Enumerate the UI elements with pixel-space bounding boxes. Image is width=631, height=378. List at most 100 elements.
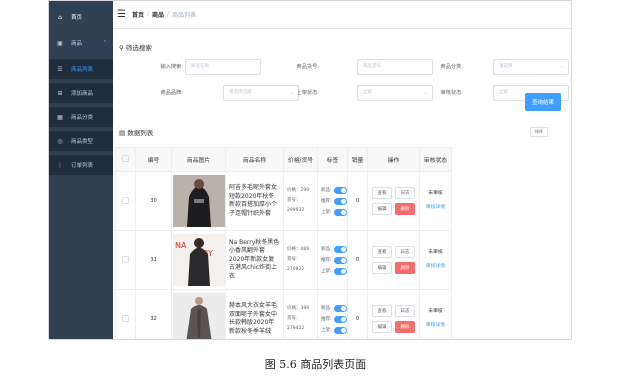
log-button[interactable]: 日志 (395, 187, 415, 199)
delete-button[interactable]: 删除 (395, 262, 415, 274)
view-button[interactable]: 查看 (372, 305, 392, 317)
verify-detail-link[interactable]: 审核详情 (420, 319, 451, 333)
tag-label: 上架: (321, 269, 332, 274)
category-label: 商品分类: (440, 64, 464, 70)
table-row: 32 赫本风大衣女羊毛双面呢子外套女中长款韩版2020年新款秋冬季羊绒 价格：399… (115, 289, 452, 339)
product-image (172, 293, 225, 339)
table-row: 31 NA RY Na Berry秋冬黑色小香风翻外套2020年新款女复古港风chic… (115, 230, 452, 290)
verify-detail-link[interactable]: 审核详情 (420, 260, 451, 274)
chevron-down-icon: ⌄ (559, 64, 564, 70)
breadcrumb-current: 商品列表 (172, 12, 197, 19)
col-verify: 审核状态 (419, 147, 452, 172)
tag-label: 新品: (321, 247, 332, 252)
select-all-checkbox[interactable] (122, 155, 129, 162)
sidebar-item-home[interactable]: ⌂ 首页 (49, 7, 113, 27)
keyword-label: 输入搜索: (160, 64, 184, 70)
home-icon: ⌂ (58, 13, 62, 21)
row-checkbox[interactable] (122, 255, 129, 263)
cell-name: Na Berry秋冬黑色小香风翻外套2020年新款女复古港风chic炸街上衣 (225, 230, 284, 290)
brand-label: 商品品牌: (160, 90, 184, 96)
verify-status: 未审核 (428, 309, 443, 314)
figure-caption: 图 5.6 商品列表页面 (264, 358, 367, 371)
search-icon: ⚲ (119, 44, 124, 52)
tag-toggle[interactable] (333, 208, 347, 216)
sidebar-item-add-product[interactable]: ⊞ 添加商品 (49, 83, 113, 103)
tag-toggle[interactable] (333, 315, 347, 323)
verify-status: 未审核 (428, 191, 443, 196)
cell-name: 赫本风大衣女羊毛双面呢子外套女中长款韩版2020年新款秋冬季羊绒 (225, 289, 284, 339)
sidebar-item-category[interactable]: ▦ 商品分类 (49, 107, 113, 127)
sidebar-group-product[interactable]: ▣ 商品 ⌃ (49, 33, 113, 53)
sort-button[interactable]: 排序 (530, 127, 548, 137)
sidebar-item-label: 商品 (71, 41, 83, 47)
tag-toggle[interactable] (333, 186, 347, 194)
edit-button[interactable]: 编辑 (372, 321, 392, 333)
filter-title: ⚲ 筛选搜索 (119, 44, 152, 52)
tag-label: 推荐: (321, 258, 332, 263)
add-icon: ⊞ (57, 89, 63, 97)
sn-label: 商品货号: (296, 64, 320, 70)
sidebar-item-label: 添加商品 (71, 91, 94, 97)
list-title: ▤ 数据列表 (119, 129, 154, 137)
type-icon: ◎ (57, 137, 63, 145)
tag-label: 上架: (321, 328, 332, 333)
tag-toggle[interactable] (333, 197, 347, 205)
tag-toggle[interactable] (333, 326, 347, 334)
keyword-input[interactable]: 商品名称 (185, 59, 261, 75)
list-icon: ▤ (119, 129, 126, 137)
col-id: 编号 (135, 147, 172, 172)
view-button[interactable]: 查看 (372, 246, 392, 258)
verify-detail-link[interactable]: 审核详情 (420, 201, 451, 215)
delete-button[interactable]: 删除 (395, 203, 415, 215)
delete-button[interactable]: 删除 (395, 321, 415, 333)
sidebar-item-label: 订单列表 (71, 163, 94, 169)
breadcrumb-section[interactable]: 商品 (152, 10, 164, 19)
tag-toggle[interactable] (333, 256, 347, 264)
edit-button[interactable]: 编辑 (372, 203, 392, 215)
edit-button[interactable]: 编辑 (372, 262, 392, 274)
sidebar-item-label: 首页 (71, 15, 83, 21)
tag-toggle[interactable] (333, 267, 347, 275)
tag-label: 推荐: (321, 317, 332, 322)
table-row: 30 阿吉多毛呢外套女短款2020年秋冬新款百搭加厚小个子连帽针织外套 价格：299… (115, 171, 452, 231)
cell-sales: 0 (347, 289, 368, 339)
col-image: 商品图片 (171, 147, 226, 172)
cell-price: 价格：299 (287, 188, 310, 193)
publish-label: 上架状态: (296, 90, 320, 96)
cell-id: 31 (135, 230, 172, 290)
log-button[interactable]: 日志 (395, 305, 415, 317)
cell-sales: 0 (347, 230, 368, 290)
sidebar-item-label: 商品类型 (71, 139, 94, 145)
publish-select[interactable]: 全部 ⌄ (357, 85, 433, 101)
col-sales: 销量 (347, 147, 368, 172)
breadcrumb-home[interactable]: 首页 (132, 10, 144, 19)
cell-sn: 货号：299932 (287, 198, 305, 213)
col-name: 商品名称 (225, 147, 284, 172)
order-icon: ⋮ (57, 161, 63, 169)
verify-status: 未审核 (428, 250, 443, 255)
tag-toggle[interactable] (333, 304, 347, 312)
sidebar-item-label: 商品分类 (71, 115, 94, 121)
tag-toggle[interactable] (333, 245, 347, 253)
main-content: ☰ 首页 / 商品 / 商品列表 ⚲ 筛选搜索 输入搜索: 商品名称 商品货号:… (113, 1, 571, 339)
cell-sn: 货号：270822 (287, 257, 305, 272)
sn-input[interactable]: 商品货号 (357, 59, 433, 75)
log-button[interactable]: 日志 (395, 246, 415, 258)
sidebar-item-product-list[interactable]: ☰ 商品列表 (49, 59, 113, 79)
row-checkbox[interactable] (122, 196, 129, 204)
product-image (172, 175, 225, 227)
category-select[interactable]: 请选择 ⌄ (493, 59, 569, 75)
sidebar: ⌂ 首页 ▣ 商品 ⌃ ☰ 商品列表 ⊞ 添加商品 ▦ 商品分类 ◎ 商品类型 … (49, 1, 113, 339)
cell-price: 价格：489 (287, 247, 310, 252)
col-tags: 标签 (317, 147, 348, 172)
cell-price: 价格：399 (287, 306, 310, 311)
tag-label: 上架: (321, 210, 332, 215)
cell-name: 阿吉多毛呢外套女短款2020年秋冬新款百搭加厚小个子连帽针织外套 (225, 171, 284, 231)
search-button[interactable]: 查询结果 (525, 93, 561, 111)
row-checkbox[interactable] (122, 314, 129, 322)
hamburger-icon[interactable]: ☰ (117, 9, 126, 20)
view-button[interactable]: 查看 (372, 187, 392, 199)
svg-text:NA: NA (175, 241, 187, 250)
sidebar-item-type[interactable]: ◎ 商品类型 (49, 131, 113, 151)
sidebar-item-orders[interactable]: ⋮ 订单列表 (49, 155, 113, 175)
